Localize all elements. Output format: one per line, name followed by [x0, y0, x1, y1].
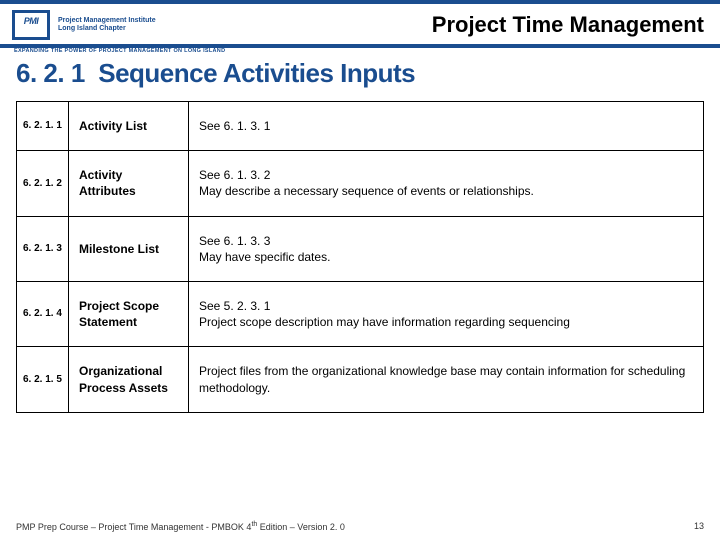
row-number: 6. 2. 1. 2: [17, 151, 69, 216]
row-number: 6. 2. 1. 3: [17, 216, 69, 281]
pmi-logo: [12, 10, 50, 40]
logo-org-line2: Long Island Chapter: [58, 25, 156, 33]
row-number: 6. 2. 1. 5: [17, 347, 69, 412]
row-description: See 5. 2. 3. 1Project scope description …: [189, 281, 704, 346]
row-label: Activity List: [69, 102, 189, 151]
row-label: Milestone List: [69, 216, 189, 281]
row-description: See 6. 1. 3. 1: [189, 102, 704, 151]
row-description: See 6. 1. 3. 2May describe a necessary s…: [189, 151, 704, 216]
page-title: Project Time Management: [172, 12, 708, 38]
row-number: 6. 2. 1. 4: [17, 281, 69, 346]
inputs-table: 6. 2. 1. 1Activity ListSee 6. 1. 3. 16. …: [16, 101, 704, 413]
section-title: 6. 2. 1 Sequence Activities Inputs: [16, 58, 704, 89]
row-label: Project Scope Statement: [69, 281, 189, 346]
row-label: Activity Attributes: [69, 151, 189, 216]
row-label: Organizational Process Assets: [69, 347, 189, 412]
table-row: 6. 2. 1. 1Activity ListSee 6. 1. 3. 1: [17, 102, 704, 151]
row-description: See 6. 1. 3. 3May have specific dates.: [189, 216, 704, 281]
logo-text: Project Management Institute Long Island…: [58, 17, 164, 32]
slide-footer: PMP Prep Course – Project Time Managemen…: [16, 521, 704, 532]
row-number: 6. 2. 1. 1: [17, 102, 69, 151]
section-name: Sequence Activities Inputs: [98, 58, 415, 88]
table-row: 6. 2. 1. 4Project Scope StatementSee 5. …: [17, 281, 704, 346]
slide-header: Project Management Institute Long Island…: [0, 0, 720, 48]
section-number: 6. 2. 1: [16, 58, 85, 88]
logo-org-line1: Project Management Institute: [58, 17, 156, 25]
logo-tagline: EXPANDING THE POWER OF PROJECT MANAGEMEN…: [14, 48, 225, 54]
footer-left: PMP Prep Course – Project Time Managemen…: [16, 521, 345, 532]
row-description: Project files from the organizational kn…: [189, 347, 704, 412]
table-row: 6. 2. 1. 3Milestone ListSee 6. 1. 3. 3Ma…: [17, 216, 704, 281]
table-row: 6. 2. 1. 5Organizational Process AssetsP…: [17, 347, 704, 412]
page-number: 13: [694, 521, 704, 532]
table-row: 6. 2. 1. 2Activity AttributesSee 6. 1. 3…: [17, 151, 704, 216]
main-content: 6. 2. 1 Sequence Activities Inputs 6. 2.…: [0, 48, 720, 413]
